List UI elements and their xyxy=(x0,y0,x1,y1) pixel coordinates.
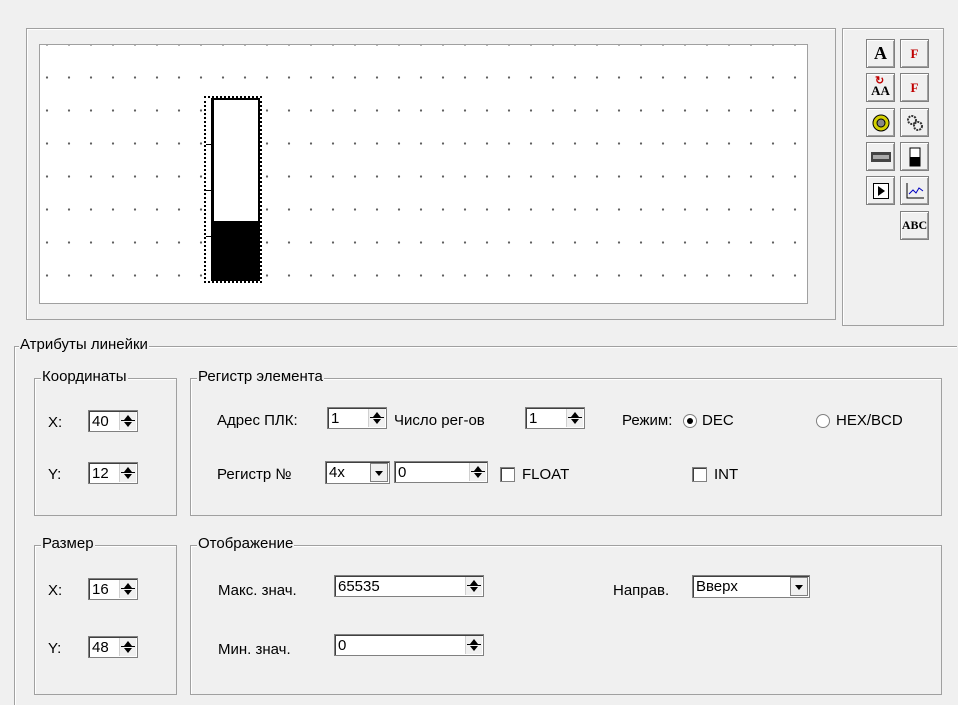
mode-dec-label[interactable]: DEC xyxy=(702,412,734,429)
coord-x-value: 40 xyxy=(92,413,109,430)
min-value-spinner[interactable]: 0 xyxy=(334,634,484,656)
size-x-spinner[interactable]: 16 xyxy=(88,578,138,600)
coord-y-label: Y: xyxy=(48,466,62,483)
size-y-spinner[interactable]: 48 xyxy=(88,636,138,658)
plc-address-label: Адрес ПЛК: xyxy=(217,412,298,429)
abc-tool-button[interactable]: ABC xyxy=(900,211,929,240)
coordinates-group: Координаты xyxy=(34,368,177,516)
register-number-label: Регистр № xyxy=(217,466,292,483)
spinner-arrows-icon[interactable] xyxy=(566,409,583,427)
chevron-down-icon[interactable] xyxy=(790,577,808,596)
text-tool-icon: A xyxy=(874,43,887,63)
lang-formula-tool-button[interactable]: F xyxy=(900,73,929,102)
preview-canvas[interactable] xyxy=(39,44,808,304)
float-label[interactable]: FLOAT xyxy=(522,466,569,483)
abc-tool-icon: ABC xyxy=(901,218,928,232)
register-number-value: 0 xyxy=(398,464,407,481)
spinner-arrows-icon[interactable] xyxy=(119,464,136,482)
toolbox: A F ↻ AA F ABC xyxy=(842,28,944,326)
digital-display-icon xyxy=(870,151,891,162)
scale-tick xyxy=(206,190,211,191)
ruler-attributes-title: Атрибуты линейки xyxy=(19,336,149,353)
mode-label: Режим: xyxy=(622,412,673,429)
scale-tick xyxy=(206,144,211,145)
coord-y-spinner[interactable]: 12 xyxy=(88,462,138,484)
trend-chart-icon xyxy=(906,182,924,198)
coordinates-title: Координаты xyxy=(41,368,128,385)
button-tool-button[interactable] xyxy=(866,176,895,205)
float-checkbox[interactable] xyxy=(500,467,515,482)
spinner-arrows-icon[interactable] xyxy=(119,412,136,430)
formula-tool-button[interactable]: F xyxy=(900,39,929,68)
int-checkbox[interactable] xyxy=(692,467,707,482)
direction-value: Вверх xyxy=(696,578,738,595)
min-value-value: 0 xyxy=(338,637,347,654)
size-title: Размер xyxy=(41,535,95,552)
coord-y-value: 12 xyxy=(92,465,109,482)
gear-tool-button[interactable] xyxy=(900,108,929,137)
max-value-label: Макс. знач. xyxy=(218,582,297,599)
register-count-spinner[interactable]: 1 xyxy=(525,407,585,429)
int-label[interactable]: INT xyxy=(714,466,738,483)
lang-formula-icon: F xyxy=(910,79,919,95)
numeric-display-button[interactable] xyxy=(866,142,895,171)
coord-x-label: X: xyxy=(48,414,63,431)
size-x-label: X: xyxy=(48,582,63,599)
mode-hex-radio[interactable] xyxy=(816,414,830,428)
min-value-label: Мин. знач. xyxy=(218,641,291,658)
formula-tool-icon: F xyxy=(910,45,919,61)
register-type-value: 4x xyxy=(329,464,345,481)
scale-tick xyxy=(206,236,211,237)
mode-dec-radio[interactable] xyxy=(683,414,697,428)
mode-hex-label[interactable]: HEX/BCD xyxy=(836,412,903,429)
direction-select[interactable]: Вверх xyxy=(692,575,810,598)
trend-tool-button[interactable] xyxy=(900,176,929,205)
register-count-label: Число рег-ов xyxy=(394,412,485,429)
spinner-arrows-icon[interactable] xyxy=(465,636,482,654)
size-x-value: 16 xyxy=(92,581,109,598)
refresh-arrow-icon: ↻ xyxy=(875,75,885,87)
text-tool-button[interactable]: A xyxy=(866,39,895,68)
spinner-arrows-icon[interactable] xyxy=(119,638,136,656)
bar-fill xyxy=(212,220,260,281)
coord-x-spinner[interactable]: 40 xyxy=(88,410,138,432)
lang-text-tool-button[interactable]: ↻ AA xyxy=(866,73,895,102)
size-group: Размер xyxy=(34,535,177,695)
lamp-icon xyxy=(872,114,889,131)
bar-graph-tool-button[interactable] xyxy=(900,142,929,171)
register-number-spinner[interactable]: 0 xyxy=(394,461,488,483)
register-group: Регистр элемента xyxy=(190,368,942,516)
gears-icon xyxy=(906,114,923,131)
spinner-arrows-icon[interactable] xyxy=(469,463,486,481)
direction-label: Направ. xyxy=(613,582,670,599)
display-title: Отображение xyxy=(197,535,295,552)
size-y-value: 48 xyxy=(92,639,109,656)
bar-empty-area xyxy=(212,98,260,221)
plc-address-spinner[interactable]: 1 xyxy=(327,407,387,429)
size-y-label: Y: xyxy=(48,640,62,657)
spinner-arrows-icon[interactable] xyxy=(368,409,385,427)
spinner-arrows-icon[interactable] xyxy=(465,577,482,595)
register-title: Регистр элемента xyxy=(197,368,324,385)
play-button-icon xyxy=(872,182,889,199)
register-type-select[interactable]: 4x xyxy=(325,461,390,484)
bar-graph-icon xyxy=(909,147,920,166)
chevron-down-icon[interactable] xyxy=(370,463,388,482)
spinner-arrows-icon[interactable] xyxy=(119,580,136,598)
max-value-spinner[interactable]: 65535 xyxy=(334,575,484,597)
register-count-value: 1 xyxy=(529,410,538,427)
lamp-tool-button[interactable] xyxy=(866,108,895,137)
max-value-value: 65535 xyxy=(338,578,380,595)
plc-address-value: 1 xyxy=(331,410,340,427)
bar-graph-widget[interactable] xyxy=(204,96,262,283)
display-group: Отображение xyxy=(190,535,942,695)
